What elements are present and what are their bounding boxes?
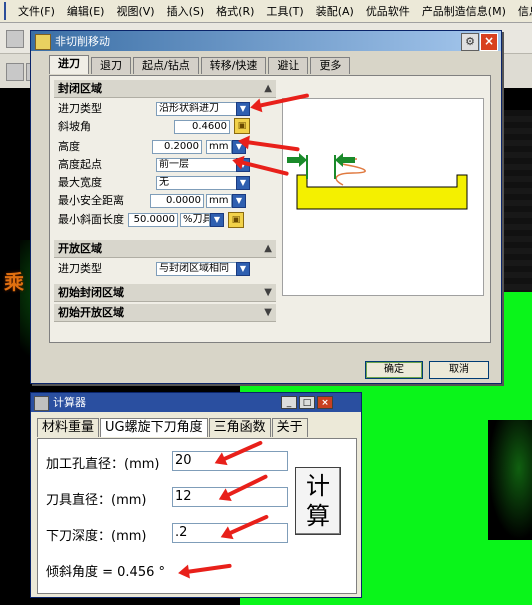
- tab-trig[interactable]: 三角函数: [208, 418, 271, 437]
- chevron-down-icon: ▼: [264, 307, 272, 318]
- field-label: 斜坡角: [58, 120, 91, 133]
- lock-icon[interactable]: ▣: [234, 118, 250, 134]
- menu-file[interactable]: 文件(F): [12, 3, 61, 19]
- calculator-title: 计算器: [53, 396, 86, 409]
- hole-diameter-label: 加工孔直径：(mm): [46, 457, 160, 472]
- min-clearance-input[interactable]: 0.0000: [150, 194, 204, 208]
- chevron-down-icon[interactable]: ▼: [210, 213, 224, 227]
- height-unit-select[interactable]: mm: [206, 140, 232, 154]
- field-label: 最小安全距离: [58, 194, 124, 207]
- height-input[interactable]: 0.2000: [152, 140, 202, 154]
- clearance-unit-select[interactable]: mm: [206, 194, 232, 208]
- tab-transfer[interactable]: 转移/快速: [200, 57, 267, 74]
- section-initial-closed-area[interactable]: 初始封闭区域 ▼: [54, 284, 276, 302]
- ok-button[interactable]: 确定: [365, 361, 423, 379]
- menu-assembly[interactable]: 装配(A): [310, 3, 360, 19]
- section-title: 封闭区域: [58, 82, 102, 95]
- menu-info[interactable]: 信息: [512, 3, 532, 19]
- chevron-down-icon[interactable]: ▼: [232, 194, 246, 208]
- non-cutting-moves-dialog: 非切削移动 ⚙ × 进刀 退刀 起点/钻点 转移/快速 避让 更多 封闭区域 ▲…: [30, 30, 502, 384]
- field-label: 高度起点: [58, 158, 102, 171]
- menu-pmi[interactable]: 产品制造信息(M): [416, 3, 512, 19]
- background-leaf: [488, 420, 532, 540]
- menubar: 文件(F) 编辑(E) 视图(V) 插入(S) 格式(R) 工具(T) 装配(A…: [0, 0, 532, 23]
- field-label: 进刀类型: [58, 262, 102, 275]
- menu-view[interactable]: 视图(V): [110, 3, 160, 19]
- toolbar-button[interactable]: [6, 63, 24, 81]
- tab-material-weight[interactable]: 材料重量: [37, 418, 100, 437]
- calculator-tabs: 材料重量 UG螺旋下刀角度 三角函数 关于: [37, 418, 309, 438]
- tab-helical-angle[interactable]: UG螺旋下刀角度: [100, 418, 208, 437]
- field-label: 最小斜面长度: [58, 213, 124, 226]
- menu-insert[interactable]: 插入(S): [161, 3, 211, 19]
- minimize-icon[interactable]: _: [281, 396, 297, 409]
- calculator-icon: [34, 396, 49, 411]
- section-initial-open-area[interactable]: 初始开放区域 ▼: [54, 304, 276, 322]
- background-logo: 乘: [4, 270, 24, 294]
- toolbar-button[interactable]: [6, 30, 24, 48]
- preview-arrow-left: [287, 153, 307, 167]
- preview-drawing: [287, 153, 468, 210]
- result-text: 倾斜角度 = 0.456 °: [46, 565, 166, 580]
- field-label: 最大宽度: [58, 176, 102, 189]
- chevron-down-icon: ▼: [264, 287, 272, 298]
- calculate-button[interactable]: 计算: [295, 467, 341, 535]
- tab-retract[interactable]: 退刀: [91, 57, 131, 74]
- tool-diameter-label: 刀具直径：(mm): [46, 493, 147, 508]
- plunge-depth-label: 下刀深度：(mm): [46, 529, 147, 544]
- engage-panel: 封闭区域 ▲ 进刀类型 沿形状斜进刀 ▼ 斜坡角 0.4600 ▣ 高度 0.2…: [49, 75, 491, 343]
- open-engage-type-select[interactable]: 与封闭区域相同: [156, 262, 238, 276]
- section-open-area[interactable]: 开放区域 ▲: [54, 240, 276, 258]
- calculate-button-label: 计算: [306, 472, 330, 530]
- dialog-titlebar[interactable]: 非切削移动 ⚙ ×: [31, 31, 501, 51]
- cancel-button[interactable]: 取消: [429, 361, 489, 379]
- calculator-window: 计算器 _ □ × 材料重量 UG螺旋下刀角度 三角函数 关于 加工孔直径：(m…: [30, 392, 362, 598]
- chevron-down-icon[interactable]: ▼: [236, 102, 250, 116]
- lock-icon[interactable]: ▣: [228, 212, 244, 228]
- tab-about[interactable]: 关于: [271, 418, 308, 437]
- close-icon[interactable]: ×: [480, 33, 498, 51]
- gear-icon[interactable]: ⚙: [461, 33, 479, 51]
- ramp-length-unit-select[interactable]: %刀具: [180, 213, 210, 227]
- chevron-down-icon[interactable]: ▼: [236, 262, 250, 276]
- section-title: 初始开放区域: [58, 306, 124, 319]
- height-from-select[interactable]: 前一层: [156, 158, 238, 172]
- section-title: 初始封闭区域: [58, 286, 124, 299]
- maximize-icon[interactable]: □: [299, 396, 315, 409]
- min-ramp-length-input[interactable]: 50.0000: [128, 213, 178, 227]
- close-icon[interactable]: ×: [317, 396, 333, 409]
- dialog-tabs: 进刀 退刀 起点/钻点 转移/快速 避让 更多: [49, 55, 352, 75]
- menu-edit[interactable]: 编辑(E): [61, 3, 111, 19]
- menu-format[interactable]: 格式(R): [210, 3, 260, 19]
- section-closed-area[interactable]: 封闭区域 ▲: [54, 80, 276, 98]
- max-width-select[interactable]: 无: [156, 176, 238, 190]
- chevron-up-icon: ▲: [264, 243, 272, 254]
- calculator-titlebar[interactable]: 计算器 _ □ ×: [31, 393, 361, 412]
- chevron-down-icon[interactable]: ▼: [236, 176, 250, 190]
- section-title: 开放区域: [58, 242, 102, 255]
- tab-start-point[interactable]: 起点/钻点: [133, 57, 199, 74]
- dialog-title: 非切削移动: [55, 35, 110, 48]
- app-icon: [4, 2, 6, 20]
- preview-part: [296, 174, 468, 210]
- field-label: 高度: [58, 140, 80, 153]
- engage-preview-image: [282, 98, 484, 296]
- field-label: 进刀类型: [58, 102, 102, 115]
- menu-tools[interactable]: 工具(T): [260, 3, 309, 19]
- engage-type-select[interactable]: 沿形状斜进刀: [156, 102, 238, 116]
- dialog-icon: [35, 34, 51, 50]
- tab-more[interactable]: 更多: [310, 57, 351, 74]
- tab-engage[interactable]: 进刀: [49, 55, 89, 74]
- tab-avoidance[interactable]: 避让: [268, 57, 309, 74]
- menu-plugin[interactable]: 优品软件: [360, 3, 416, 19]
- ramp-angle-input[interactable]: 0.4600: [174, 120, 230, 134]
- chevron-up-icon: ▲: [264, 83, 272, 94]
